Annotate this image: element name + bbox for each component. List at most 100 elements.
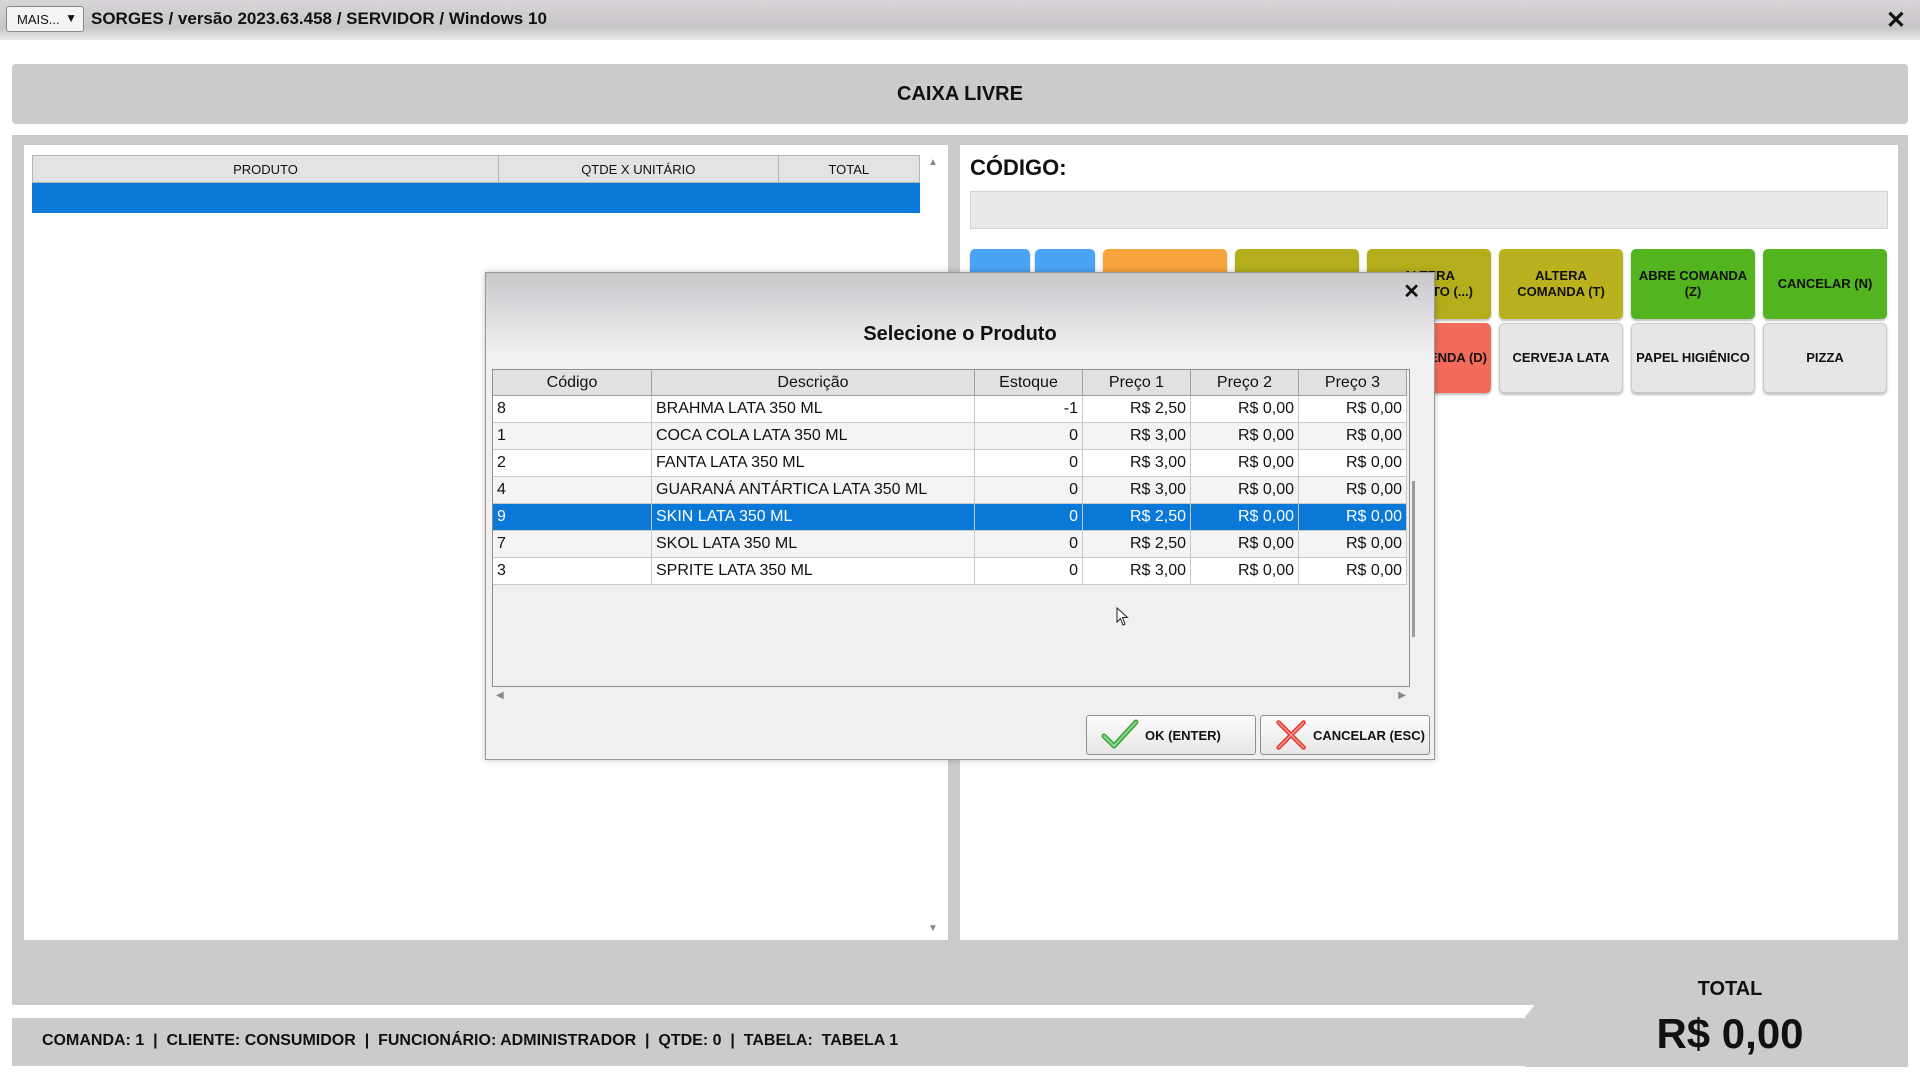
product-cell: SPRITE LATA 350 ML — [652, 558, 975, 584]
product-cell: BRAHMA LATA 350 ML — [652, 396, 975, 422]
col-preco-2[interactable]: Preço 2 — [1191, 370, 1299, 395]
product-cell: 0 — [975, 558, 1083, 584]
altera-comanda-button[interactable]: ALTERA COMANDA (T) — [1499, 249, 1623, 319]
product-cell: R$ 3,00 — [1083, 450, 1191, 476]
product-row[interactable]: 2 FANTA LATA 350 ML 0 R$ 3,00 R$ 0,00 R$ 0,00 — [493, 450, 1407, 477]
cart-col-total: TOTAL — [828, 161, 870, 177]
product-cell: GUARANÁ ANTÁRTICA LATA 350 ML — [652, 477, 975, 503]
product-row[interactable]: 3 SPRITE LATA 350 ML 0 R$ 3,00 R$ 0,00 R$ 0,0… — [493, 558, 1407, 585]
product-cell: 0 — [975, 504, 1083, 530]
product-cell: COCA COLA LATA 350 ML — [652, 423, 975, 449]
product-cell: 9 — [493, 504, 652, 530]
product-cell: 3 — [493, 558, 652, 584]
cerveja-lata-button[interactable]: CERVEJA LATA — [1499, 323, 1623, 393]
caixa-status-text: CAIXA LIVRE — [897, 82, 1023, 105]
product-row[interactable]: 4 GUARANÁ ANTÁRTICA LATA 350 ML 0 R$ 3,00 R$… — [493, 477, 1407, 504]
scroll-left-icon[interactable]: ◀ — [496, 690, 504, 701]
ok-label: OK (ENTER) — [1145, 727, 1221, 743]
product-cell: R$ 3,00 — [1083, 558, 1191, 584]
product-cell: FANTA LATA 350 ML — [652, 450, 975, 476]
cancelar-button[interactable]: CANCELAR (N) — [1763, 249, 1887, 319]
col-preco-1[interactable]: Preço 1 — [1083, 370, 1191, 395]
product-cell: R$ 3,00 — [1083, 423, 1191, 449]
dialog-title: Selecione o Produto — [863, 323, 1057, 345]
product-row[interactable]: 7 SKOL LATA 350 ML 0 R$ 2,50 R$ 0,00 R$ 0,00 — [493, 531, 1407, 558]
caixa-status-header: CAIXA LIVRE — [12, 64, 1908, 124]
product-cell: R$ 0,00 — [1191, 450, 1299, 476]
product-grid-body: 8 BRAHMA LATA 350 ML -1 R$ 2,50 R$ 0,00 R$ 0,… — [493, 396, 1407, 585]
codigo-label: CÓDIGO: — [970, 155, 1067, 180]
product-cell: 4 — [493, 477, 652, 503]
window-title: SORGES / versão 2023.63.458 / SERVIDOR /… — [91, 9, 547, 28]
product-cell: 8 — [493, 396, 652, 422]
product-cell: 0 — [975, 450, 1083, 476]
product-cell: 1 — [493, 423, 652, 449]
product-cell: 0 — [975, 477, 1083, 503]
product-cell: 2 — [493, 450, 652, 476]
product-cell: R$ 0,00 — [1299, 504, 1407, 530]
product-cell: R$ 0,00 — [1191, 504, 1299, 530]
product-cell: R$ 0,00 — [1191, 423, 1299, 449]
scroll-down-icon[interactable]: ▼ — [928, 923, 938, 934]
product-cell: R$ 0,00 — [1299, 558, 1407, 584]
product-cell: SKIN LATA 350 ML — [652, 504, 975, 530]
papel-higienico-button[interactable]: PAPEL HIGIÊNICO — [1631, 323, 1755, 393]
product-cell: R$ 3,00 — [1083, 477, 1191, 503]
product-cell: R$ 2,50 — [1083, 504, 1191, 530]
product-row[interactable]: 8 BRAHMA LATA 350 ML -1 R$ 2,50 R$ 0,00 R$ 0,… — [493, 396, 1407, 423]
col-estoque[interactable]: Estoque — [975, 370, 1083, 395]
total-label: TOTAL — [1697, 978, 1763, 1000]
product-cell: R$ 0,00 — [1299, 423, 1407, 449]
product-cell: 0 — [975, 531, 1083, 557]
cart-table-header: PRODUTO QTDE X UNITÁRIO TOTAL — [32, 155, 920, 183]
cancel-button[interactable]: CANCELAR (ESC) — [1260, 715, 1430, 755]
scroll-right-icon[interactable]: ▶ — [1398, 690, 1406, 701]
grid-scroll-thumb[interactable] — [1412, 481, 1415, 637]
dialog-close-button[interactable]: ✕ — [1403, 279, 1420, 304]
product-cell: R$ 0,00 — [1191, 531, 1299, 557]
mouse-cursor-icon — [1116, 607, 1129, 626]
product-cell: R$ 0,00 — [1299, 450, 1407, 476]
title-bar: MAIS... ▼ SORGES / versão 2023.63.458 / … — [0, 0, 1920, 40]
chevron-down-icon: ▼ — [65, 11, 77, 25]
product-cell: R$ 0,00 — [1191, 558, 1299, 584]
abre-comanda-button[interactable]: ABRE COMANDA (Z) — [1631, 249, 1755, 319]
cancel-label: CANCELAR (ESC) — [1313, 727, 1425, 743]
select-product-dialog: ✕ Selecione o Produto Código Descrição E… — [485, 272, 1435, 760]
product-cell: R$ 0,00 — [1191, 477, 1299, 503]
product-row[interactable]: 1 COCA COLA LATA 350 ML 0 R$ 3,00 R$ 0,00 R$ … — [493, 423, 1407, 450]
product-cell: R$ 0,00 — [1299, 477, 1407, 503]
cart-selected-row[interactable] — [32, 183, 920, 213]
scroll-up-icon[interactable]: ▲ — [928, 157, 938, 168]
product-cell: 7 — [493, 531, 652, 557]
product-row[interactable]: 9 SKIN LATA 350 ML 0 R$ 2,50 R$ 0,00 R$ 0,00 — [493, 504, 1407, 531]
pizza-button[interactable]: PIZZA — [1763, 323, 1887, 393]
x-icon — [1276, 720, 1306, 750]
product-cell: R$ 0,00 — [1299, 396, 1407, 422]
product-cell: R$ 2,50 — [1083, 396, 1191, 422]
product-cell: SKOL LATA 350 ML — [652, 531, 975, 557]
col-descricao[interactable]: Descrição — [652, 370, 975, 395]
check-icon — [1101, 719, 1139, 749]
grid-vertical-scrollbar[interactable] — [1410, 369, 1418, 687]
codigo-input[interactable] — [970, 191, 1888, 229]
mais-label: MAIS... — [17, 11, 60, 27]
dialog-header: ✕ Selecione o Produto — [486, 273, 1434, 353]
cart-col-qtde: QTDE X UNITÁRIO — [499, 156, 779, 182]
product-cell: R$ 0,00 — [1191, 396, 1299, 422]
col-codigo[interactable]: Código — [493, 370, 652, 395]
product-cell: R$ 0,00 — [1299, 531, 1407, 557]
product-cell: 0 — [975, 423, 1083, 449]
product-cell: -1 — [975, 396, 1083, 422]
ok-button[interactable]: OK (ENTER) — [1086, 715, 1256, 755]
product-cell: R$ 2,50 — [1083, 531, 1191, 557]
product-grid-header: Código Descrição Estoque Preço 1 Preço 2… — [493, 370, 1407, 396]
cart-col-produto: PRODUTO — [33, 156, 499, 182]
col-preco-3[interactable]: Preço 3 — [1299, 370, 1407, 395]
window-close-button[interactable]: ✕ — [1886, 6, 1906, 35]
status-info: COMANDA: 1 | CLIENTE: CONSUMIDOR | FUNCI… — [42, 1032, 899, 1049]
mais-dropdown-button[interactable]: MAIS... ▼ — [6, 6, 84, 32]
total-value: R$ 0,00 — [1656, 1010, 1804, 1057]
grid-horizontal-scrollbar[interactable]: ◀ ▶ — [492, 687, 1410, 705]
product-grid: Código Descrição Estoque Preço 1 Preço 2… — [492, 369, 1410, 687]
